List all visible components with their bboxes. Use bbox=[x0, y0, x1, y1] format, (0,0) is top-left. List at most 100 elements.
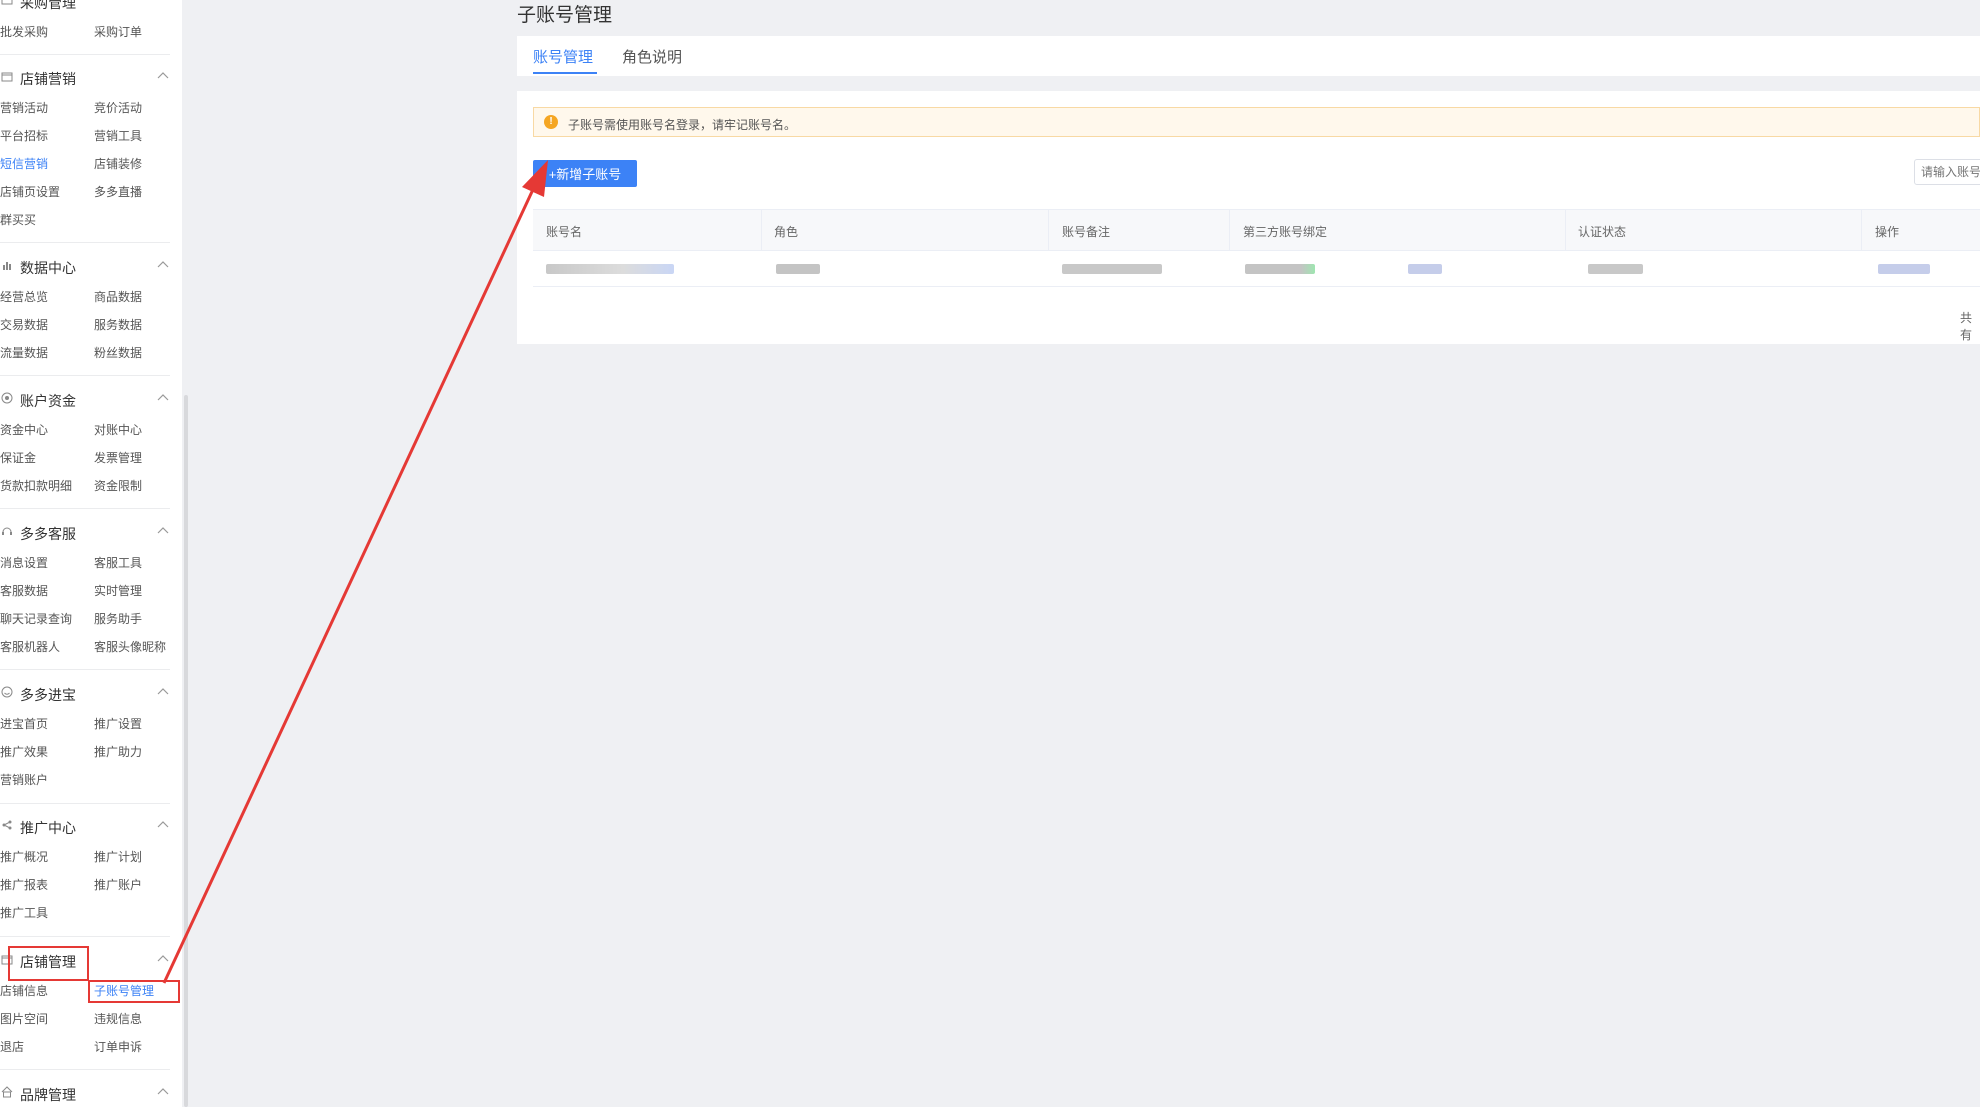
sidebar-item[interactable]: 违规信息 bbox=[94, 1005, 182, 1033]
sidebar-item[interactable]: 经营总览 bbox=[0, 283, 94, 311]
sidebar-item[interactable]: 服务数据 bbox=[94, 311, 182, 339]
total-count: 共有 bbox=[1960, 311, 1973, 342]
chevron-up-icon[interactable] bbox=[156, 70, 170, 80]
sidebar-item[interactable]: 推广效果 bbox=[0, 738, 94, 766]
sidebar-item[interactable]: 平台招标 bbox=[0, 122, 94, 150]
column-divider bbox=[1565, 210, 1566, 251]
divider bbox=[0, 242, 170, 243]
column-header: 账号备注 bbox=[1062, 225, 1111, 239]
sidebar-item[interactable]: 消息设置 bbox=[0, 549, 94, 577]
redacted-operation-link[interactable] bbox=[1878, 264, 1930, 274]
home-icon bbox=[0, 1085, 14, 1099]
sidebar-item[interactable]: 客服数据 bbox=[0, 577, 94, 605]
group-title[interactable]: 数据中心 bbox=[20, 258, 76, 278]
chevron-up-icon[interactable] bbox=[156, 259, 170, 269]
sidebar-item[interactable]: 订单申诉 bbox=[94, 1033, 182, 1061]
group-title[interactable]: 采购管理 bbox=[20, 0, 76, 13]
sidebar-item[interactable]: 店铺装修 bbox=[94, 150, 182, 178]
sidebar-item[interactable]: 推广概况 bbox=[0, 843, 94, 871]
search-input[interactable] bbox=[1914, 159, 1980, 185]
sidebar: 采购管理 批发采购 采购订单 店铺营销 营销活动 竞价活动 平台招标 营销工具 … bbox=[0, 0, 182, 1107]
redacted-remark bbox=[1062, 264, 1162, 274]
sidebar-item[interactable]: 退店 bbox=[0, 1033, 94, 1061]
group-title[interactable]: 品牌管理 bbox=[20, 1085, 76, 1105]
sidebar-group-promo: 推广中心 推广概况 推广计划 推广报表 推广账户 推广工具 bbox=[0, 815, 170, 927]
sidebar-item[interactable]: 群买买 bbox=[0, 206, 94, 234]
sidebar-item[interactable]: 营销活动 bbox=[0, 94, 94, 122]
column-header: 账号名 bbox=[546, 225, 583, 239]
group-title[interactable]: 推广中心 bbox=[20, 818, 76, 838]
add-sub-account-button[interactable]: +新增子账号 bbox=[533, 160, 637, 187]
sidebar-item[interactable]: 店铺页设置 bbox=[0, 178, 94, 206]
divider bbox=[0, 669, 170, 670]
sidebar-item[interactable]: 发票管理 bbox=[94, 444, 182, 472]
chevron-up-icon[interactable] bbox=[156, 953, 170, 963]
sidebar-item[interactable]: 保证金 bbox=[0, 444, 94, 472]
divider bbox=[0, 1069, 170, 1070]
chevron-up-icon[interactable] bbox=[156, 392, 170, 402]
bar-chart-icon bbox=[0, 258, 14, 272]
group-title[interactable]: 多多客服 bbox=[20, 524, 76, 544]
sidebar-item[interactable]: 商品数据 bbox=[94, 283, 182, 311]
sidebar-item[interactable]: 资金限制 bbox=[94, 472, 182, 500]
redacted-third-party-link[interactable] bbox=[1408, 264, 1442, 274]
sidebar-item[interactable]: 实时管理 bbox=[94, 577, 182, 605]
sidebar-item[interactable]: 店铺信息 bbox=[0, 977, 94, 1005]
tabs-bar: 账号管理 角色说明 bbox=[517, 36, 1980, 76]
sidebar-item[interactable]: 客服头像昵称 bbox=[94, 633, 182, 661]
group-title[interactable]: 账户资金 bbox=[20, 391, 76, 411]
column-divider bbox=[761, 210, 762, 251]
sidebar-scrollbar[interactable] bbox=[184, 395, 188, 1107]
chevron-up-icon[interactable] bbox=[156, 1086, 170, 1096]
notice-bar: ! 子账号需使用账号名登录，请牢记账号名。 bbox=[533, 107, 1980, 137]
sidebar-item[interactable]: 推广工具 bbox=[0, 899, 94, 927]
tab-underline bbox=[533, 72, 597, 74]
column-divider bbox=[1229, 210, 1230, 251]
column-header: 第三方账号绑定 bbox=[1243, 225, 1328, 239]
redacted-account-name bbox=[546, 264, 674, 274]
sidebar-item[interactable]: 客服工具 bbox=[94, 549, 182, 577]
sidebar-item[interactable]: 采购订单 bbox=[94, 18, 182, 46]
sidebar-item[interactable]: 营销账户 bbox=[0, 766, 94, 794]
sidebar-item[interactable]: 图片空间 bbox=[0, 1005, 94, 1033]
sidebar-item[interactable]: 流量数据 bbox=[0, 339, 94, 367]
sidebar-item[interactable]: 交易数据 bbox=[0, 311, 94, 339]
sidebar-item[interactable]: 竞价活动 bbox=[94, 94, 182, 122]
chevron-up-icon[interactable] bbox=[156, 525, 170, 535]
column-divider bbox=[1048, 210, 1049, 251]
content-card: ! 子账号需使用账号名登录，请牢记账号名。 +新增子账号 账号名 角色 账号备注… bbox=[517, 91, 1980, 344]
sidebar-group-brand: 品牌管理 bbox=[0, 1082, 170, 1106]
sidebar-item[interactable]: 批发采购 bbox=[0, 18, 94, 46]
tab-account-manage[interactable]: 账号管理 bbox=[533, 46, 593, 67]
group-title[interactable]: 店铺营销 bbox=[20, 69, 76, 89]
sidebar-item[interactable]: 推广助力 bbox=[94, 738, 182, 766]
sidebar-item-active[interactable]: 短信营销 bbox=[0, 150, 94, 178]
chevron-up-icon[interactable] bbox=[156, 686, 170, 696]
sidebar-item[interactable]: 聊天记录查询 bbox=[0, 605, 94, 633]
sidebar-item[interactable]: 货款扣款明细 bbox=[0, 472, 94, 500]
sidebar-group-marketing: 店铺营销 营销活动 竞价活动 平台招标 营销工具 短信营销 店铺装修 店铺页设置… bbox=[0, 66, 170, 234]
sidebar-item[interactable]: 推广账户 bbox=[94, 871, 182, 899]
sidebar-group-purchase: 采购管理 批发采购 采购订单 bbox=[0, 0, 170, 46]
sidebar-item[interactable]: 推广报表 bbox=[0, 871, 94, 899]
sidebar-item[interactable]: 资金中心 bbox=[0, 416, 94, 444]
chevron-up-icon[interactable] bbox=[156, 819, 170, 829]
sidebar-group-data: 数据中心 经营总览 商品数据 交易数据 服务数据 流量数据 粉丝数据 bbox=[0, 255, 170, 367]
sidebar-item[interactable]: 推广计划 bbox=[94, 843, 182, 871]
sidebar-item[interactable]: 对账中心 bbox=[94, 416, 182, 444]
sidebar-group-funds: 账户资金 资金中心 对账中心 保证金 发票管理 货款扣款明细 资金限制 bbox=[0, 388, 170, 500]
sidebar-item[interactable]: 服务助手 bbox=[94, 605, 182, 633]
tab-role-description[interactable]: 角色说明 bbox=[622, 46, 682, 67]
sidebar-item[interactable]: 营销工具 bbox=[94, 122, 182, 150]
sub-account-table: 账号名 角色 账号备注 第三方账号绑定 认证状态 操作 bbox=[533, 209, 1980, 287]
sidebar-item[interactable]: 进宝首页 bbox=[0, 710, 94, 738]
sidebar-item[interactable]: 多多直播 bbox=[94, 178, 182, 206]
notice-text: 子账号需使用账号名登录，请牢记账号名。 bbox=[568, 118, 797, 132]
sidebar-item[interactable]: 推广设置 bbox=[94, 710, 182, 738]
group-title[interactable]: 多多进宝 bbox=[20, 685, 76, 705]
column-divider bbox=[1861, 210, 1862, 251]
sidebar-item[interactable]: 客服机器人 bbox=[0, 633, 94, 661]
sidebar-item[interactable]: 粉丝数据 bbox=[94, 339, 182, 367]
highlight-shop-manage bbox=[8, 946, 89, 981]
smile-icon bbox=[0, 685, 14, 699]
